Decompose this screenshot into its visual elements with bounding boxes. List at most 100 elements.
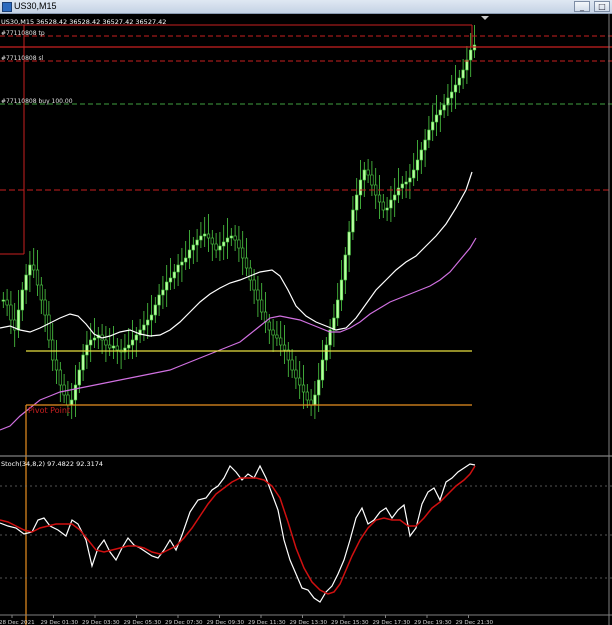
candle-body: [343, 254, 347, 281]
candle-body: [408, 177, 412, 183]
candle-body: [214, 243, 218, 251]
candle-body: [370, 174, 374, 186]
candlestick-series: [1, 25, 477, 419]
minimize-button[interactable]: _: [574, 1, 590, 12]
candle-body: [16, 309, 21, 331]
candle-body: [191, 244, 195, 251]
candle-body: [294, 369, 298, 379]
time-label: 29 Dec 01:30: [41, 620, 79, 625]
buy-label: #77110808 buy 100.00: [1, 98, 73, 105]
time-label: 29 Dec 11:30: [248, 620, 286, 625]
candle-body: [381, 201, 385, 211]
candle-body: [1, 299, 5, 302]
candle-body: [43, 299, 47, 316]
candle-body: [404, 181, 408, 185]
candle-body: [290, 359, 294, 371]
candle-body: [180, 261, 184, 266]
candle-body: [157, 294, 161, 306]
maximize-button[interactable]: □: [594, 1, 610, 12]
candle-body: [229, 235, 233, 239]
candle-body: [58, 369, 62, 386]
candle-body: [385, 207, 389, 211]
candle-body: [275, 334, 279, 339]
candle-body: [81, 354, 85, 371]
time-label: 29 Dec 07:30: [165, 620, 203, 625]
time-label: 29 Dec 15:30: [331, 620, 369, 625]
candle-body: [423, 139, 427, 151]
stoch-label: Stoch(34,8,2) 97.4822 92.3174: [1, 460, 103, 468]
chart-header: US30,M15 36528.42 36528.42 36527.42 3652…: [1, 18, 166, 26]
candle-body: [142, 324, 146, 331]
candle-body: [244, 257, 249, 269]
candle-body: [461, 69, 465, 79]
candle-body: [355, 194, 359, 211]
candle-body: [267, 321, 271, 331]
candle-body: [210, 237, 214, 245]
candle-body: [434, 114, 439, 123]
time-axis-labels: 28 Dec 2021 29 Dec 01:30 29 Dec 03:30 29 De…: [0, 615, 494, 625]
candle-body: [92, 337, 97, 341]
time-label: 29 Dec 17:30: [373, 620, 411, 625]
candle-body: [168, 277, 173, 283]
shift-marker-icon[interactable]: [481, 16, 489, 20]
candle-body: [362, 169, 366, 181]
time-label: 29 Dec 13:30: [290, 620, 328, 625]
candle-body: [309, 399, 313, 406]
candle-body: [241, 247, 245, 259]
candle-body: [77, 369, 81, 386]
candle-body: [248, 267, 252, 281]
candle-body: [127, 344, 131, 349]
candle-body: [39, 284, 43, 301]
candle-body: [453, 84, 458, 93]
candle-body: [149, 314, 154, 321]
stochastic-signal-line: [0, 465, 476, 595]
candle-body: [62, 384, 66, 396]
stochastic-main-line: [0, 463, 476, 603]
candle-body: [393, 194, 397, 201]
candle-body: [85, 344, 89, 356]
candle-body: [165, 281, 169, 291]
candle-body: [24, 274, 28, 291]
candle-body: [389, 199, 393, 209]
candle-body: [47, 314, 51, 341]
candle-body: [419, 149, 423, 161]
candle-body: [218, 245, 222, 251]
price-chart[interactable]: Pivot Point #77110808 tp #77110808 sl #7…: [0, 14, 612, 625]
candle-body: [450, 91, 454, 99]
candle-body: [28, 264, 32, 276]
candle-body: [203, 233, 207, 237]
candle-body: [305, 391, 309, 401]
candle-body: [130, 339, 135, 346]
candle-body: [366, 169, 370, 176]
candle-body: [35, 269, 40, 286]
candle-body: [20, 289, 24, 311]
candle-body: [256, 289, 260, 301]
candle-body: [469, 49, 473, 61]
candle-body: [32, 264, 36, 271]
candle-body: [54, 359, 59, 371]
candle-body: [377, 194, 382, 203]
candle-body: [324, 344, 328, 361]
candle-body: [260, 299, 264, 313]
chart-window-icon: [2, 2, 12, 12]
candle-body: [153, 304, 157, 316]
window-titlebar: US30,M15 _ □: [0, 0, 612, 14]
candle-body: [66, 394, 70, 406]
candle-body: [438, 109, 442, 116]
time-label: 28 Dec 2021: [0, 620, 35, 625]
candle-body: [172, 271, 176, 279]
candle-body: [176, 264, 180, 273]
candle-body: [89, 339, 93, 346]
candle-body: [187, 249, 192, 259]
time-label: 29 Dec 03:30: [82, 620, 120, 625]
candle-body: [279, 337, 283, 346]
candle-body: [104, 339, 108, 346]
candle-body: [134, 334, 138, 341]
candle-body: [396, 187, 401, 196]
candle-body: [317, 379, 321, 396]
candle-body: [347, 231, 351, 256]
candle-body: [358, 179, 363, 196]
candle-body: [146, 319, 150, 326]
candle-body: [237, 239, 241, 249]
candle-body: [313, 394, 317, 406]
